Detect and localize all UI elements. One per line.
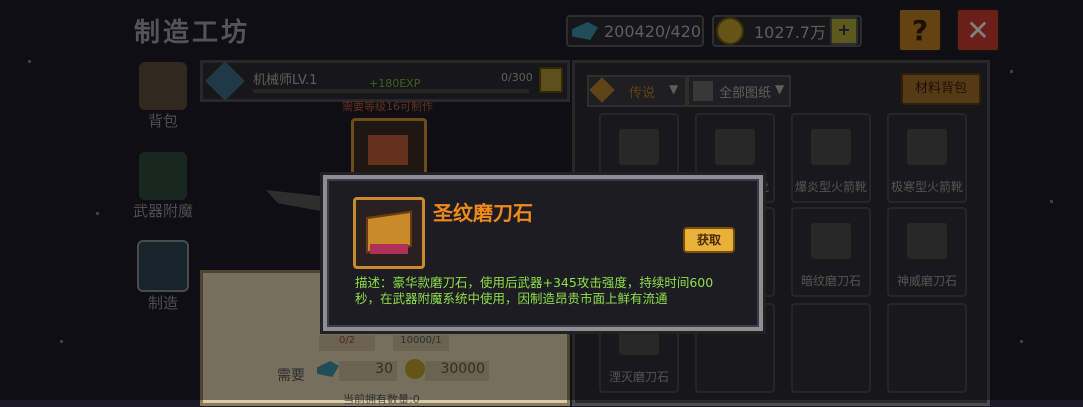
- whetstone-base: [370, 244, 408, 254]
- blueprint-slot[interactable]: 暗纹磨刀石: [791, 207, 871, 297]
- whetstone-icon: [368, 135, 408, 165]
- gem-amount: 200420/420: [604, 21, 702, 41]
- star: [1010, 70, 1013, 73]
- blueprint-icon: [693, 81, 713, 101]
- anvil-icon: [266, 190, 326, 212]
- page-title: 制造工坊: [134, 18, 251, 48]
- gem-icon: [572, 22, 598, 40]
- close-button[interactable]: ✕: [956, 8, 1000, 52]
- gem-icon: [317, 361, 339, 377]
- coin-icon: [716, 17, 744, 45]
- blueprint-slot[interactable]: [791, 303, 871, 393]
- item-info-modal: 圣纹磨刀石 获取 描述：豪华款磨刀石，使用后武器+345攻击强度，持续时间600…: [323, 175, 763, 331]
- boot-icon: [619, 129, 659, 165]
- rarity-value: 传说: [629, 86, 656, 101]
- star: [1050, 200, 1053, 203]
- gem-counter: 200420/420: [566, 15, 704, 47]
- level-requirement: 需要等级16可制作: [342, 100, 433, 113]
- chevron-down-icon: ▼: [669, 82, 679, 96]
- sidebar-item-label: 武器附魔: [132, 202, 193, 220]
- need-gold: 30000: [425, 361, 489, 381]
- sidebar-item-craft[interactable]: 制造: [126, 240, 200, 313]
- add-gold-button[interactable]: +: [830, 17, 858, 45]
- coin-icon: [405, 359, 425, 379]
- get-button[interactable]: 获取: [683, 227, 735, 253]
- material-bag-button[interactable]: 材料背包: [901, 73, 981, 105]
- whetstone-icon: [907, 223, 947, 259]
- star: [28, 60, 31, 63]
- profession-label: 机械师LV.1: [253, 73, 318, 88]
- item-icon-frame: [353, 197, 425, 269]
- rarity-icon: [589, 77, 615, 103]
- sidebar-item-enchant[interactable]: 武器附魔: [130, 152, 196, 221]
- star: [96, 212, 99, 215]
- need-gems: 30: [339, 361, 397, 381]
- help-button[interactable]: ?: [898, 8, 942, 52]
- backpack-icon: [139, 62, 187, 110]
- craft-icon: [137, 240, 189, 292]
- blueprint-label: 湮灭磨刀石: [608, 370, 669, 384]
- boot-icon: [907, 129, 947, 165]
- boot-icon: [715, 129, 755, 165]
- gold-counter: 1027.7万 +: [712, 15, 862, 47]
- boot-icon: [811, 129, 851, 165]
- gold-amount: 1027.7万: [754, 23, 826, 42]
- owned-count: 当前拥有数量:0: [343, 393, 420, 406]
- blueprint-label: 暗纹磨刀石: [800, 274, 861, 288]
- material-count-a: 0/2: [319, 335, 375, 351]
- blueprint-label: 爆炎型火箭靴: [794, 180, 867, 194]
- blueprint-dropdown[interactable]: 全部图纸 ▼: [687, 75, 791, 107]
- material-count-b: 10000/1: [393, 335, 449, 351]
- blueprint-slot[interactable]: 爆炎型火箭靴: [791, 113, 871, 203]
- blueprint-slot[interactable]: [887, 303, 967, 393]
- star: [60, 340, 63, 343]
- sidebar-item-label: 制造: [147, 294, 178, 312]
- star: [1020, 340, 1023, 343]
- info-icon[interactable]: [539, 67, 563, 93]
- sidebar-item-label: 背包: [147, 112, 178, 130]
- exp-progress: 0/300: [501, 71, 533, 84]
- rarity-dropdown[interactable]: 传说 ▼: [587, 75, 687, 107]
- blueprint-slot[interactable]: 神威磨刀石: [887, 207, 967, 297]
- blueprint-label: 神威磨刀石: [896, 274, 957, 288]
- sidebar-item-backpack[interactable]: 背包: [130, 62, 196, 131]
- item-title: 圣纹磨刀石: [433, 201, 533, 225]
- blueprint-slot[interactable]: 极寒型火箭靴: [887, 113, 967, 203]
- enchant-icon: [139, 152, 187, 200]
- profession-bar: 机械师LV.1 +180EXP 0/300: [200, 60, 570, 102]
- blueprint-value: 全部图纸: [719, 86, 772, 101]
- item-description: 描述：豪华款磨刀石，使用后武器+345攻击强度，持续时间600秒，在武器附魔系统…: [355, 275, 714, 306]
- blueprint-label: 极寒型火箭靴: [890, 180, 963, 194]
- profession-icon: [205, 61, 245, 101]
- whetstone-icon: [811, 223, 851, 259]
- exp-bar: [253, 89, 529, 93]
- need-label: 需要: [277, 368, 305, 384]
- chevron-down-icon: ▼: [775, 82, 785, 96]
